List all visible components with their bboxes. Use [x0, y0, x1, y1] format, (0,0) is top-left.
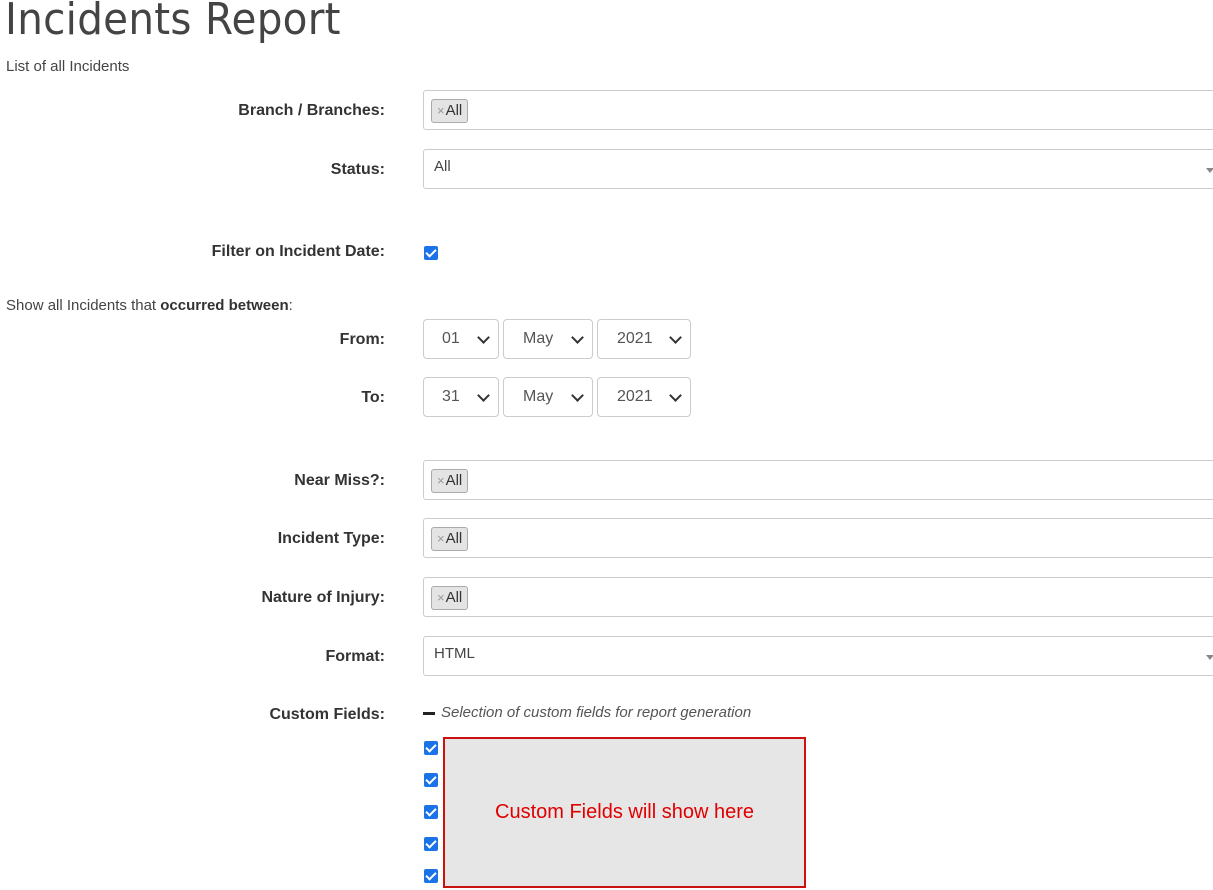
chevron-down-icon	[477, 389, 490, 402]
nature-of-injury-chip-label: All	[445, 589, 463, 606]
caret-down-icon	[1206, 655, 1213, 660]
from-day-value: 01	[442, 330, 460, 347]
custom-fields-toggle[interactable]: Selection of custom fields for report ge…	[423, 704, 751, 721]
page-title: Incidents Report	[5, 0, 341, 45]
format-label: Format:	[325, 648, 385, 665]
from-month-select[interactable]: May	[503, 319, 593, 359]
custom-field-checkbox[interactable]	[424, 741, 438, 755]
to-day-select[interactable]: 31	[423, 377, 499, 417]
filter-date-label: Filter on Incident Date:	[211, 243, 385, 260]
to-year-select[interactable]: 2021	[597, 377, 691, 417]
from-month-value: May	[523, 330, 554, 347]
incident-type-row: Incident Type: ×All	[0, 518, 1213, 560]
occurred-bold: occurred between	[160, 297, 289, 314]
near-miss-label: Near Miss?:	[294, 472, 385, 489]
branch-label: Branch / Branches:	[238, 102, 385, 119]
page-subtitle: List of all Incidents	[6, 58, 130, 75]
custom-fields-hint: Selection of custom fields for report ge…	[441, 704, 752, 721]
branch-row: Branch / Branches: ×All	[0, 90, 1213, 132]
custom-field-checkbox[interactable]	[424, 773, 438, 787]
to-month-select[interactable]: May	[503, 377, 593, 417]
status-label: Status:	[330, 161, 385, 178]
from-year-value: 2021	[617, 330, 653, 347]
collapse-dash-icon[interactable]	[423, 711, 435, 715]
to-label: To:	[361, 389, 385, 406]
incident-type-chip-label: All	[445, 530, 463, 547]
custom-fields-label: Custom Fields:	[269, 706, 385, 723]
format-row: Format: HTML	[0, 636, 1213, 678]
chevron-down-icon	[477, 331, 490, 344]
to-year-value: 2021	[617, 388, 653, 405]
filter-date-checkbox[interactable]	[424, 246, 438, 260]
to-row: To: 31 May 2021	[0, 377, 1213, 419]
near-miss-chip[interactable]: ×All	[431, 469, 469, 493]
incident-type-multiselect[interactable]: ×All	[423, 518, 1213, 558]
chevron-down-icon	[571, 331, 584, 344]
filter-date-row: Filter on Incident Date:	[0, 231, 1213, 273]
format-value: HTML	[434, 645, 475, 662]
chip-remove-icon[interactable]: ×	[437, 590, 445, 605]
branch-chip-label: All	[445, 102, 463, 119]
to-day-value: 31	[442, 388, 460, 405]
nature-of-injury-multiselect[interactable]: ×All	[423, 577, 1213, 617]
from-row: From: 01 May 2021	[0, 319, 1213, 361]
occurred-suffix: :	[288, 297, 293, 314]
occurred-between-text: Show all Incidents that occurred between…	[6, 297, 293, 314]
status-value: All	[434, 158, 451, 175]
nature-of-injury-row: Nature of Injury: ×All	[0, 577, 1213, 619]
nature-of-injury-chip[interactable]: ×All	[431, 586, 469, 610]
format-select[interactable]: HTML	[423, 636, 1213, 676]
status-row: Status: All	[0, 149, 1213, 191]
custom-field-checkbox[interactable]	[424, 837, 438, 851]
occurred-prefix: Show all Incidents that	[6, 297, 161, 314]
chip-remove-icon[interactable]: ×	[437, 531, 445, 546]
near-miss-chip-label: All	[445, 472, 463, 489]
nature-of-injury-label: Nature of Injury:	[261, 589, 385, 606]
branch-multiselect[interactable]: ×All	[423, 90, 1213, 130]
branch-chip[interactable]: ×All	[431, 99, 469, 123]
status-select[interactable]: All	[423, 149, 1213, 189]
incident-type-chip[interactable]: ×All	[431, 527, 469, 551]
from-year-select[interactable]: 2021	[597, 319, 691, 359]
to-month-value: May	[523, 388, 554, 405]
from-day-select[interactable]: 01	[423, 319, 499, 359]
chip-remove-icon[interactable]: ×	[437, 473, 445, 488]
chip-remove-icon[interactable]: ×	[437, 103, 445, 118]
caret-down-icon	[1206, 168, 1213, 173]
custom-fields-placeholder: Custom Fields will show here	[443, 737, 806, 888]
chevron-down-icon	[669, 389, 682, 402]
custom-field-checkbox[interactable]	[424, 869, 438, 883]
custom-field-checkbox[interactable]	[424, 805, 438, 819]
near-miss-multiselect[interactable]: ×All	[423, 460, 1213, 500]
near-miss-row: Near Miss?: ×All	[0, 460, 1213, 502]
chevron-down-icon	[571, 389, 584, 402]
chevron-down-icon	[669, 331, 682, 344]
incident-type-label: Incident Type:	[277, 530, 385, 547]
from-label: From:	[339, 331, 385, 348]
